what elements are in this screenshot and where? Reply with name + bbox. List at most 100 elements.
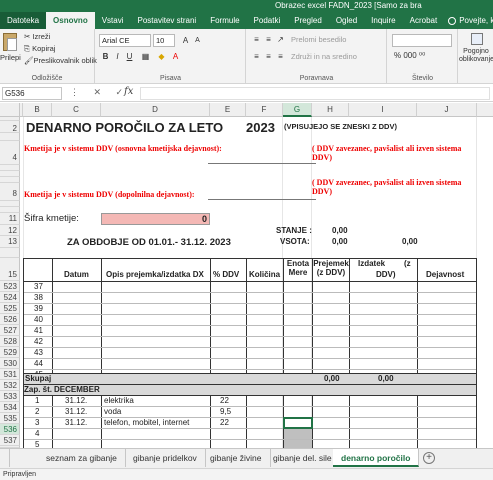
row-header[interactable]: 531 xyxy=(0,369,20,380)
row-header[interactable] xyxy=(0,248,20,258)
farm-code-field[interactable]: 0 xyxy=(101,213,210,225)
row-header[interactable]: 528 xyxy=(0,336,20,347)
vat-basic-note: ( DDV zavezanec, pavšalist ali izven sis… xyxy=(312,144,462,162)
number-format-buttons[interactable]: % 000 ⁰⁰ xyxy=(394,51,425,60)
row-header[interactable]: 529 xyxy=(0,347,20,358)
row-header[interactable]: 535 xyxy=(0,413,20,424)
underline-button[interactable]: U xyxy=(124,51,135,62)
sheet-tab-gibanje-pridelkov[interactable]: gibanje pridelkov xyxy=(125,449,206,467)
row-header[interactable]: 526 xyxy=(0,314,20,325)
sheet-tab-seznam[interactable]: seznam za gibanje xyxy=(38,449,126,467)
row-header[interactable]: 525 xyxy=(0,303,20,314)
row-header[interactable]: 15 xyxy=(0,258,20,281)
sheet-tab-denarno-porocilo[interactable]: denarno poročilo xyxy=(333,449,420,467)
tab-postavitev-strani[interactable]: Postavitev strani xyxy=(131,12,204,29)
month-name: DECEMBER xyxy=(54,385,100,394)
align-top-icon[interactable]: ≡ xyxy=(251,34,262,45)
conditional-formatting-button[interactable]: Pogojno oblikovanje xyxy=(459,48,493,64)
tab-acrobat[interactable]: Acrobat xyxy=(403,12,445,29)
name-box[interactable]: G536 xyxy=(2,87,62,100)
format-painter-button[interactable]: 🖌Preslikovalnik oblik xyxy=(24,56,97,65)
italic-button[interactable]: I xyxy=(112,51,123,62)
wrap-text-button[interactable]: Prelomi besedilo xyxy=(291,35,346,44)
copy-button[interactable]: ⎘ Kopiraj xyxy=(24,44,55,54)
tab-vstavi[interactable]: Vstavi xyxy=(95,12,131,29)
status-bar: Pripravljen xyxy=(0,468,493,480)
column-header-f[interactable]: F xyxy=(246,103,283,117)
sheet-tab-gibanje-zivine[interactable]: gibanje živine xyxy=(202,449,271,467)
vat-basic-input-line[interactable] xyxy=(208,163,316,164)
fx-icon[interactable]: fx xyxy=(124,86,133,97)
column-header-h[interactable]: H xyxy=(312,103,349,117)
tab-pregled[interactable]: Pregled xyxy=(287,12,329,29)
align-left-icon[interactable]: ≡ xyxy=(251,51,262,62)
column-header-i[interactable]: I xyxy=(349,103,417,117)
borders-icon[interactable]: ▦ xyxy=(140,51,151,62)
sheet-nav[interactable] xyxy=(0,449,10,467)
row-header[interactable]: 13 xyxy=(0,236,20,248)
selected-cell-g536[interactable] xyxy=(283,417,313,429)
column-header-d[interactable]: D xyxy=(101,103,210,117)
add-sheet-icon[interactable]: + xyxy=(423,452,435,464)
row-header[interactable]: 524 xyxy=(0,292,20,303)
row-header[interactable]: 536 xyxy=(0,424,20,435)
tell-me-search[interactable]: Povejte, kaj želite narediti ... xyxy=(444,12,493,29)
column-header-k[interactable] xyxy=(477,103,493,117)
column-header-j[interactable]: J xyxy=(417,103,477,117)
tab-datoteka[interactable]: Datoteka xyxy=(0,12,47,29)
align-middle-icon[interactable]: ≡ xyxy=(263,34,274,45)
row-header[interactable]: 523 xyxy=(0,281,20,292)
alignment-group-label: Poravnava xyxy=(299,75,334,82)
row-header[interactable]: 530 xyxy=(0,358,20,369)
stanje-label: STANJE : xyxy=(276,226,312,235)
row-header[interactable]: 532 xyxy=(0,380,20,391)
formula-input[interactable] xyxy=(140,87,490,100)
cut-button[interactable]: ✂ Izreži xyxy=(24,32,50,41)
row-header[interactable]: 534 xyxy=(0,402,20,413)
row-header[interactable]: 2 xyxy=(0,121,20,133)
row-header[interactable]: 8 xyxy=(0,183,20,201)
tab-formule[interactable]: Formule xyxy=(203,12,246,29)
row-header[interactable]: 12 xyxy=(0,225,20,236)
row-header[interactable] xyxy=(0,133,20,141)
number-format-select[interactable] xyxy=(392,34,452,47)
fill-color-icon[interactable]: ◆ xyxy=(156,51,167,62)
column-header-e[interactable]: E xyxy=(210,103,246,117)
font-name-select[interactable]: Arial CE xyxy=(99,34,151,47)
vat-supp-input-line[interactable] xyxy=(208,199,316,200)
tab-osnovno[interactable]: Osnovno xyxy=(46,12,95,29)
worksheet-grid[interactable]: DENARNO POROČILO ZA LETO 2023 (VPISUJEJO… xyxy=(20,117,493,448)
column-header-b[interactable]: B xyxy=(23,103,52,117)
orientation-icon[interactable]: ↗ xyxy=(275,34,286,45)
font-color-icon[interactable]: A xyxy=(170,51,181,62)
col-header-datum: Datum xyxy=(64,270,89,279)
align-right-icon[interactable]: ≡ xyxy=(275,51,286,62)
merge-center-button[interactable]: Združi in na sredino xyxy=(291,52,357,61)
entry-zap: 3 xyxy=(35,418,40,427)
row-header[interactable]: 4 xyxy=(0,141,20,165)
row-header[interactable]: 11 xyxy=(0,213,20,225)
row-header[interactable]: 533 xyxy=(0,391,20,402)
grow-font-icon[interactable]: A xyxy=(180,35,191,46)
font-size-select[interactable]: 10 xyxy=(153,34,175,47)
paste-icon[interactable] xyxy=(3,33,17,51)
row-header[interactable]: 537 xyxy=(0,435,20,446)
tab-ogled[interactable]: Ogled xyxy=(329,12,364,29)
tab-podatki[interactable]: Podatki xyxy=(247,12,288,29)
brush-icon: 🖌 xyxy=(24,56,34,65)
row-header[interactable]: 527 xyxy=(0,325,20,336)
period-label: ZA OBDOBJE OD 01.01.- 31.12. 2023 xyxy=(67,237,231,248)
paste-button[interactable]: Prilepi xyxy=(0,53,21,62)
sheet-tab-gibanje-del-sile[interactable]: gibanje del. sile xyxy=(265,449,341,467)
align-center-icon[interactable]: ≡ xyxy=(263,51,274,62)
column-header-g[interactable]: G xyxy=(283,103,312,117)
column-header-c[interactable]: C xyxy=(52,103,101,117)
formula-buttons[interactable]: ⋮ ✕ ✓ xyxy=(70,87,129,98)
conditional-formatting-icon[interactable] xyxy=(471,33,483,45)
vsota-izdatek: 0,00 xyxy=(402,237,418,246)
tab-inquire[interactable]: Inquire xyxy=(364,12,402,29)
skupaj-prejemek: 0,00 xyxy=(324,374,340,383)
bold-button[interactable]: B xyxy=(100,51,111,62)
shrink-font-icon[interactable]: A xyxy=(192,35,203,46)
select-all-corner[interactable] xyxy=(0,103,20,117)
